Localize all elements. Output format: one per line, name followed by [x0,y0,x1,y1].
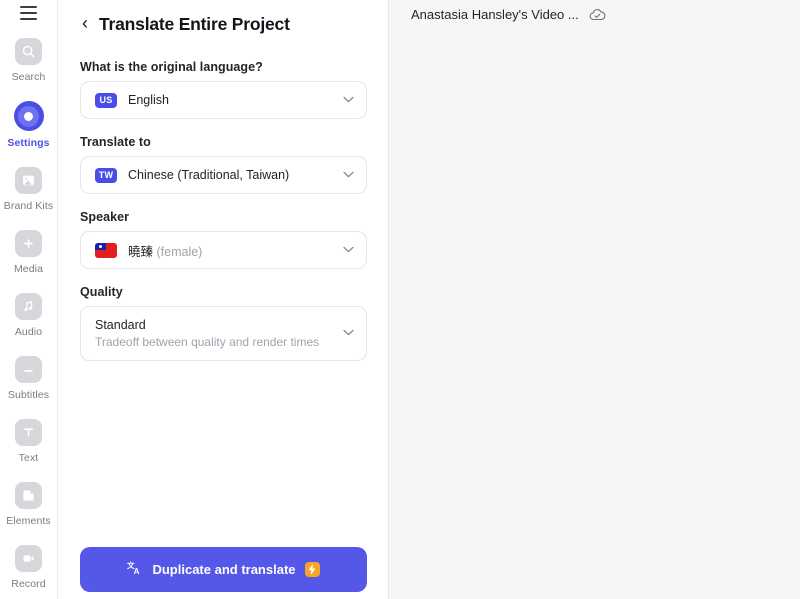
sidebar-item-media[interactable]: Media [0,222,58,277]
sidebar-label-media: Media [14,263,43,275]
sidebar-item-text[interactable]: Text [0,411,58,466]
chevron-down-icon [343,328,354,339]
value-translate-to: Chinese (Traditional, Taiwan) [128,168,289,182]
sidebar-label-brand-kits: Brand Kits [4,200,53,212]
taiwan-flag-icon [95,243,117,258]
quality-value-stack: Standard Tradeoff between quality and re… [95,318,319,349]
svg-text:A: A [134,567,140,576]
sidebar-item-subtitles[interactable]: Subtitles [0,348,58,403]
sidebar-label-audio: Audio [15,326,42,338]
lightning-bolt-icon [305,562,320,577]
chevron-down-icon [343,245,354,256]
document-title[interactable]: Anastasia Hansley's Video ... [411,7,579,22]
field-quality: Quality Standard Tradeoff between qualit… [80,285,366,361]
page-title: Translate Entire Project [99,14,290,35]
sidebar-label-record: Record [11,578,45,590]
text-t-icon [15,419,42,446]
music-note-icon [15,293,42,320]
panel-header: ‹ Translate Entire Project [80,0,366,42]
sidebar-item-audio[interactable]: Audio [0,285,58,340]
label-quality: Quality [80,285,366,299]
sidebar-item-settings[interactable]: Settings [0,93,58,151]
plus-icon [15,230,42,257]
back-chevron-icon[interactable]: ‹ [80,12,90,36]
elements-icon [15,482,42,509]
sidebar-item-brand-kits[interactable]: Brand Kits [0,159,58,214]
speaker-gender: (female) [153,245,202,259]
sidebar-label-subtitles: Subtitles [8,389,49,401]
editor-canvas: Anastasia Hansley's Video ... [389,0,800,599]
canvas-header: Anastasia Hansley's Video ... [389,0,800,28]
hamburger-menu-icon[interactable] [14,6,44,20]
sidebar-item-search[interactable]: Search [0,30,58,85]
sidebar-label-search: Search [12,71,46,83]
field-original-language: What is the original language? US Englis… [80,60,366,119]
chevron-down-icon [343,95,354,106]
left-sidebar: Search Settings Brand Kits [0,0,58,599]
search-icon [15,38,42,65]
flag-badge-us: US [95,93,117,108]
translate-panel: ‹ Translate Entire Project What is the o… [58,0,389,599]
brand-kits-icon [15,167,42,194]
subtitles-icon [15,356,42,383]
value-original-language: English [128,93,169,107]
app-root: Search Settings Brand Kits [0,0,800,599]
label-translate-to: Translate to [80,135,366,149]
settings-dial-icon [14,101,44,131]
value-quality-description: Tradeoff between quality and render time… [95,335,319,349]
sidebar-item-record[interactable]: Record [0,537,58,592]
select-translate-to[interactable]: TW Chinese (Traditional, Taiwan) [80,156,367,194]
flag-badge-tw: TW [95,168,117,183]
speaker-name: 曉臻 [128,245,153,259]
sidebar-label-settings: Settings [7,137,49,149]
select-original-language[interactable]: US English [80,81,367,119]
field-speaker: Speaker 曉臻 (female) [80,210,366,269]
translate-icon: 文 A [127,560,143,579]
video-camera-icon [15,545,42,572]
select-quality[interactable]: Standard Tradeoff between quality and re… [80,306,367,361]
sidebar-item-elements[interactable]: Elements [0,474,58,529]
cta-label: Duplicate and translate [152,562,295,577]
field-translate-to: Translate to TW Chinese (Traditional, Ta… [80,135,366,194]
cloud-saved-icon[interactable] [589,8,606,21]
label-original-language: What is the original language? [80,60,366,74]
value-quality: Standard [95,318,319,332]
sidebar-label-elements: Elements [6,515,51,527]
select-speaker[interactable]: 曉臻 (female) [80,231,367,269]
chevron-down-icon [343,170,354,181]
sidebar-label-text: Text [19,452,39,464]
label-speaker: Speaker [80,210,366,224]
value-speaker: 曉臻 (female) [128,241,202,260]
duplicate-and-translate-button[interactable]: 文 A Duplicate and translate [80,547,367,592]
